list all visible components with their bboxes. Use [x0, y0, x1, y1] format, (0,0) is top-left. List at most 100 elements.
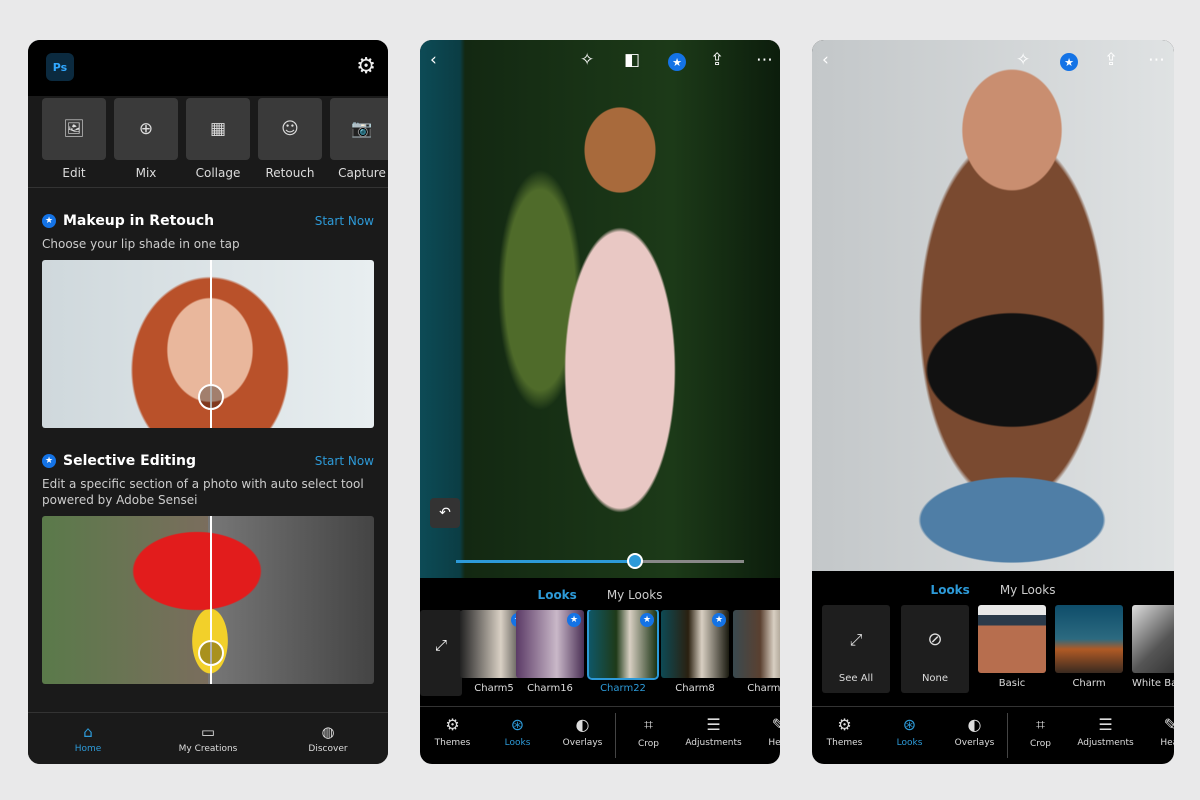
- look-label: White Balance: [1132, 678, 1174, 689]
- share-icon[interactable]: ⇪: [1104, 50, 1118, 70]
- tool-adjustments[interactable]: ☰ Adjustments: [1073, 707, 1138, 764]
- tab-my-looks[interactable]: My Looks: [1000, 583, 1056, 597]
- look-label: Charm: [1072, 678, 1106, 689]
- feature-desc: Choose your lip shade in one tap: [42, 237, 240, 251]
- tool-label: Mix: [135, 166, 157, 180]
- nav-label: Discover: [308, 744, 348, 754]
- tool-label: Collage: [195, 166, 241, 180]
- feature-title: Makeup in Retouch: [63, 213, 215, 229]
- look-thumb[interactable]: White Balance: [1132, 605, 1174, 695]
- nav-home[interactable]: ⌂ Home: [28, 713, 148, 764]
- premium-star-icon[interactable]: ★: [668, 53, 686, 71]
- editor-screen: ‹ ✧ ◧ ★ ⇪ ⋯ ↶ Looks My Looks ⤢ ★Charm5 ★…: [420, 40, 780, 764]
- editor-toolbar: ‹ ✧ ★ ⇪ ⋯: [812, 50, 1174, 74]
- tool-overlays[interactable]: ◐ Overlays: [550, 707, 615, 764]
- back-icon[interactable]: ‹: [430, 50, 437, 70]
- tool-edit[interactable]: 🖼 Edit: [42, 98, 106, 187]
- feature-selective: ★ Selective Editing Start Now Edit a speci…: [28, 452, 388, 684]
- feature-title: Selective Editing: [63, 453, 197, 469]
- mix-icon: ⊕: [114, 98, 178, 160]
- bandage-icon: ✎: [746, 715, 780, 734]
- tool-themes[interactable]: ⚙ Themes: [420, 707, 485, 764]
- compare-handle[interactable]: [198, 384, 224, 410]
- crop-icon: ⌗: [1035, 715, 1045, 734]
- none-icon: ⊘: [927, 629, 943, 650]
- sliders-icon: ☰: [706, 715, 721, 734]
- tool-label: Looks: [896, 738, 923, 748]
- star-badge-icon: ★: [567, 613, 581, 627]
- more-icon[interactable]: ⋯: [1148, 50, 1165, 70]
- tool-label: Crop: [637, 739, 659, 749]
- none-button[interactable]: ⊘ None: [901, 605, 969, 695]
- globe-icon: ◍: [321, 723, 335, 741]
- look-thumb[interactable]: Charm: [1055, 605, 1123, 695]
- expand-button[interactable]: ⤢: [420, 610, 462, 696]
- makeup-preview-image: [42, 260, 374, 428]
- tool-collage[interactable]: ▦ Collage: [186, 98, 250, 187]
- nav-discover[interactable]: ◍ Discover: [268, 713, 388, 764]
- look-thumb[interactable]: ★ Charm16: [516, 610, 584, 700]
- look-label: Charm7: [747, 683, 780, 694]
- tool-looks[interactable]: ⊛ Looks: [877, 707, 942, 764]
- expand-icon: ⤢: [849, 630, 863, 649]
- look-thumb[interactable]: ★ Charm8: [661, 610, 729, 700]
- tool-mix[interactable]: ⊕ Mix: [114, 98, 178, 187]
- star-badge-icon: ★: [42, 214, 56, 228]
- tool-label: Capture: [338, 166, 386, 180]
- tab-looks[interactable]: Looks: [538, 588, 577, 602]
- looks-strip: ⤢ See All ⊘ None Basic Charm White Balance: [812, 605, 1174, 695]
- more-icon[interactable]: ⋯: [756, 50, 773, 70]
- tool-heal[interactable]: ✎ Heal: [746, 707, 780, 764]
- feature-desc: Edit a specific section of a photo with …: [42, 477, 364, 507]
- tool-label: Adjustments: [685, 738, 742, 748]
- nav-my-creations[interactable]: ▭ My Creations: [148, 713, 268, 764]
- back-icon[interactable]: ‹: [822, 50, 829, 70]
- tool-row: 🖼 Edit ⊕ Mix ▦ Collage ☺ Retouch 📷 Capture: [28, 96, 388, 188]
- retouch-icon: ☺: [258, 98, 322, 160]
- home-screen: Ps ⚙ 🖼 Edit ⊕ Mix ▦ Collage ☺ Retouch 📷 Captu…: [28, 40, 388, 764]
- tool-label: Looks: [504, 738, 531, 748]
- tab-looks[interactable]: Looks: [931, 583, 970, 597]
- tool-retouch[interactable]: ☺ Retouch: [258, 98, 322, 187]
- magic-wand-icon[interactable]: ✧: [1016, 50, 1030, 70]
- bandage-icon: ✎: [1138, 715, 1174, 734]
- share-icon[interactable]: ⇪: [710, 50, 724, 70]
- premium-star-icon[interactable]: ★: [1060, 53, 1078, 71]
- tool-crop[interactable]: ⌗ Crop: [1008, 707, 1073, 764]
- look-label: Basic: [998, 678, 1026, 689]
- tab-my-looks[interactable]: My Looks: [607, 588, 663, 602]
- undo-button[interactable]: ↶: [430, 498, 460, 528]
- tool-capture[interactable]: 📷 Capture: [330, 98, 388, 187]
- nav-label: My Creations: [178, 744, 238, 754]
- look-thumb[interactable]: Basic: [978, 605, 1046, 695]
- gear-icon[interactable]: ⚙: [356, 54, 376, 79]
- camera-icon: 📷: [330, 98, 388, 160]
- start-now-link[interactable]: Start Now: [315, 454, 374, 468]
- folder-icon: ▭: [200, 723, 216, 741]
- intensity-slider[interactable]: [456, 553, 744, 569]
- start-now-link[interactable]: Start Now: [315, 214, 374, 228]
- compare-icon[interactable]: ◧: [624, 50, 640, 70]
- star-badge-icon: ★: [42, 454, 56, 468]
- look-label: None: [921, 673, 949, 684]
- see-all-button[interactable]: ⤢ See All: [822, 605, 890, 695]
- crop-icon: ⌗: [643, 715, 653, 734]
- tool-themes[interactable]: ⚙ Themes: [812, 707, 877, 764]
- tool-label: Overlays: [562, 738, 603, 748]
- tool-label: Heal: [1160, 738, 1174, 748]
- tool-overlays[interactable]: ◐ Overlays: [942, 707, 1007, 764]
- editor-screen-2: ‹ ✧ ★ ⇪ ⋯ Looks My Looks ⤢ See All ⊘ None …: [812, 40, 1174, 764]
- tool-heal[interactable]: ✎ Heal: [1138, 707, 1174, 764]
- tool-looks[interactable]: ⊛ Looks: [485, 707, 550, 764]
- look-thumb-selected[interactable]: ★ Charm22: [587, 610, 659, 700]
- looks-tabs: Looks My Looks: [812, 583, 1174, 597]
- tool-crop[interactable]: ⌗ Crop: [616, 707, 681, 764]
- magic-wand-icon[interactable]: ✧: [580, 50, 594, 70]
- feature-makeup: ★ Makeup in Retouch Start Now Choose your …: [28, 212, 388, 428]
- compare-handle[interactable]: [198, 640, 224, 666]
- tool-adjustments[interactable]: ☰ Adjustments: [681, 707, 746, 764]
- look-label: Charm22: [600, 683, 646, 694]
- tool-label: Overlays: [954, 738, 995, 748]
- look-thumb[interactable]: Charm7: [733, 610, 780, 700]
- home-icon: ⌂: [83, 723, 93, 741]
